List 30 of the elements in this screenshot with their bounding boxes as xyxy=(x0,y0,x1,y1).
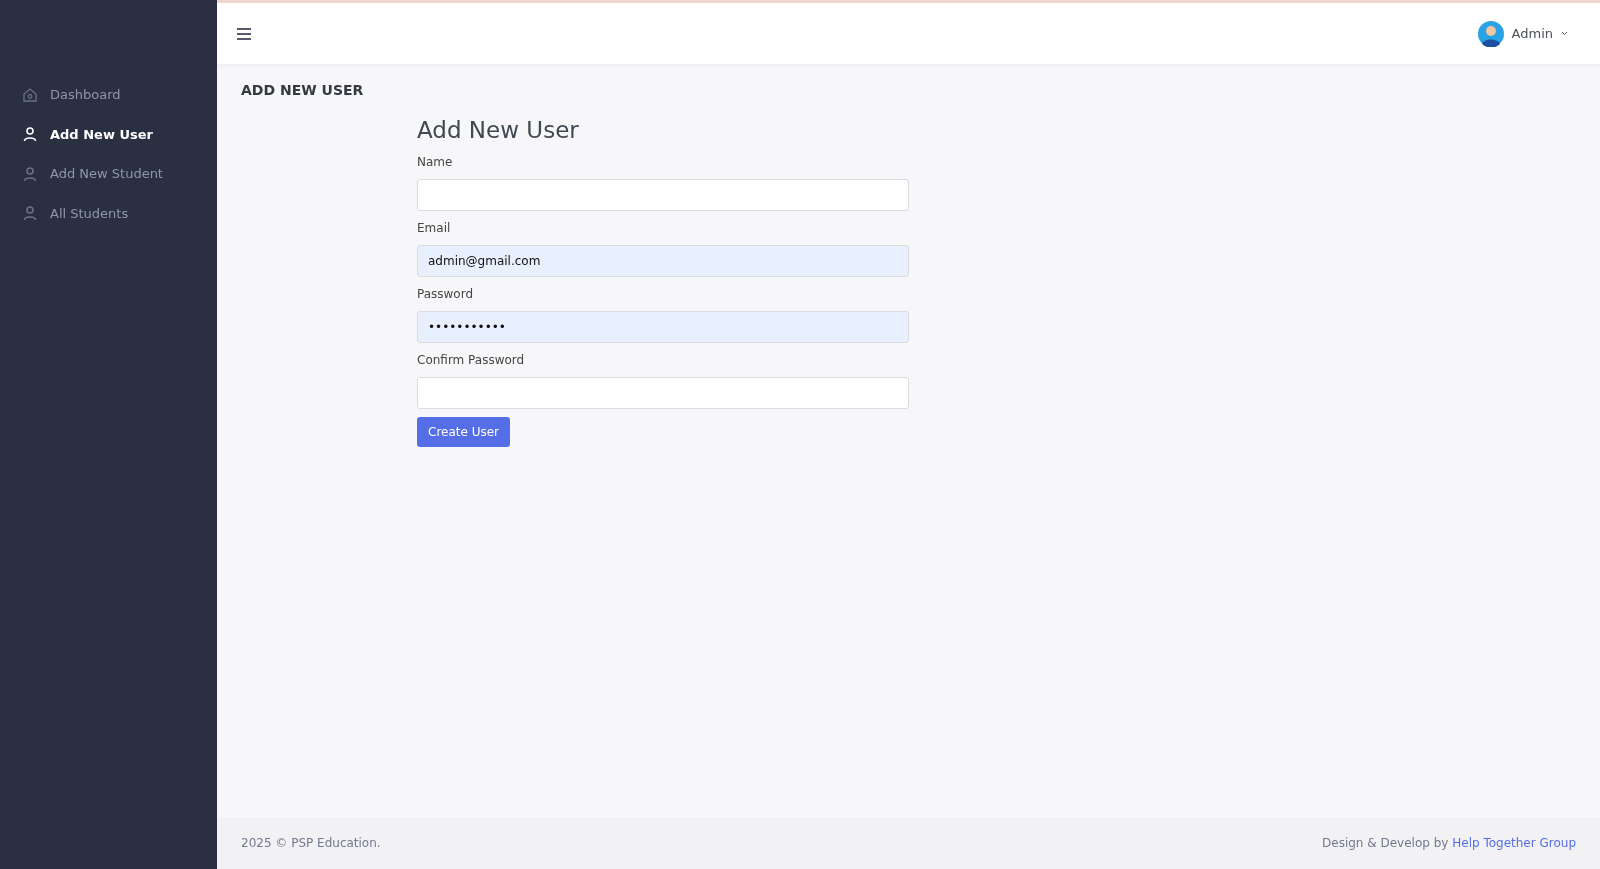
field-label: Name xyxy=(417,153,454,171)
menu-icon xyxy=(237,28,251,40)
sidebar-item[interactable]: All Students xyxy=(0,193,217,233)
field-label: Email xyxy=(417,219,452,237)
create-user-button[interactable]: Create User xyxy=(417,416,511,447)
credit-text: Design & Develop by Help Together Group xyxy=(1322,835,1576,852)
sidebar-item[interactable]: Add New User xyxy=(0,114,217,154)
sidebar-label: Add New Student xyxy=(50,165,163,183)
user-name[interactable]: Admin xyxy=(1511,23,1553,44)
sidebar-item[interactable]: Dashboard xyxy=(0,75,217,115)
sidebar-label: Dashboard xyxy=(50,86,121,104)
page-title: ADD NEW USER xyxy=(241,81,365,100)
sidebar-label: Add New User xyxy=(50,125,153,144)
copyright-text: 2025 © PSP Education. xyxy=(241,835,381,852)
sidebar-label: All Students xyxy=(50,204,129,223)
home-icon xyxy=(22,86,38,103)
input-field[interactable]: admin@gmail.com xyxy=(417,244,909,277)
user-icon xyxy=(22,205,38,222)
field-label: Confirm Password xyxy=(417,351,526,369)
input-field[interactable] xyxy=(417,376,909,409)
input-field[interactable] xyxy=(417,178,909,211)
avatar-icon xyxy=(1477,20,1504,47)
user-icon xyxy=(22,126,38,143)
caret-icon xyxy=(1561,31,1568,36)
sidebar-item[interactable]: Add New Student xyxy=(0,154,217,194)
input-field[interactable]: ••••••••••• xyxy=(417,310,909,343)
field-label: Password xyxy=(417,285,475,303)
credit-link[interactable]: Help Together Group xyxy=(1452,836,1576,850)
user-icon xyxy=(22,165,38,182)
form-heading: Add New User xyxy=(417,117,580,145)
